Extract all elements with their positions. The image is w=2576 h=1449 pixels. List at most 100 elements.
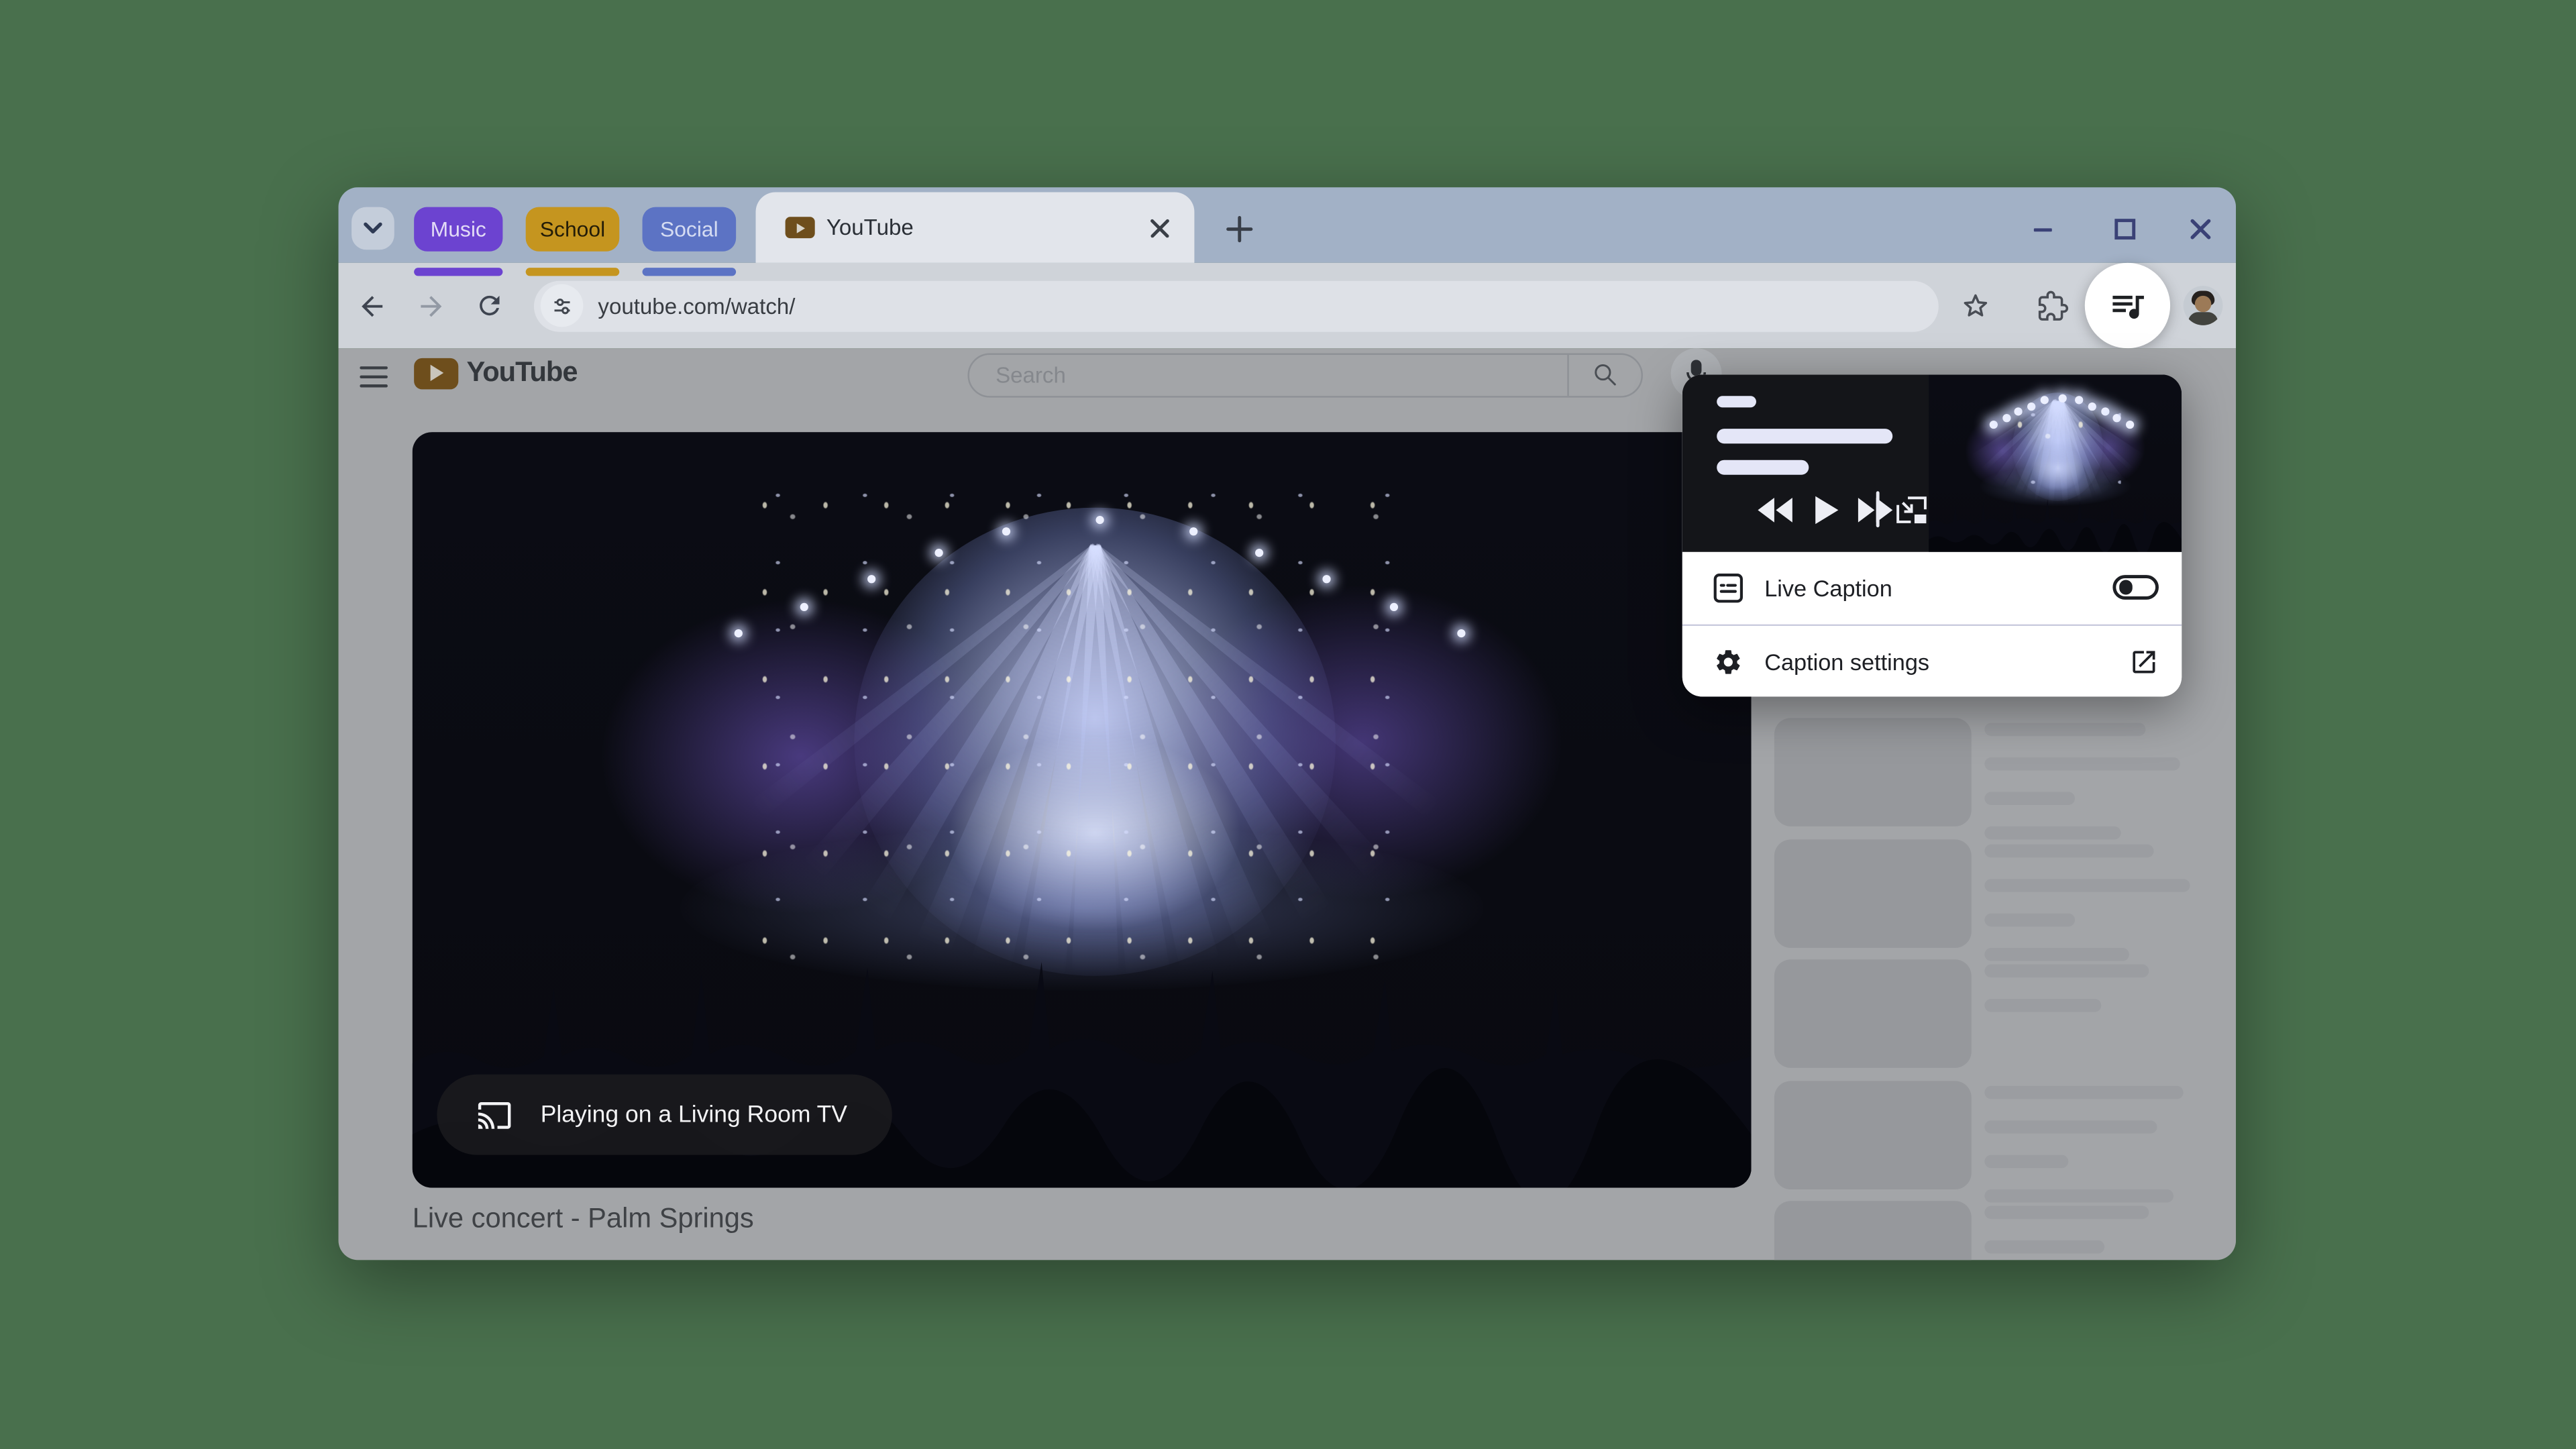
url-text: youtube.com/watch/ xyxy=(598,293,795,318)
browser-window: Music School Social YouTube xyxy=(338,187,2236,1260)
text-line-skeleton xyxy=(1984,1240,2104,1254)
search-placeholder: Search xyxy=(996,363,1567,388)
tab-title: YouTube xyxy=(826,215,1147,240)
sidebar-skeleton-item xyxy=(1774,959,2236,1068)
text-line-skeleton xyxy=(1984,757,2180,771)
avatar-body xyxy=(2188,312,2218,325)
media-text-skeleton xyxy=(1717,396,1756,407)
bookmark-star-icon xyxy=(1959,290,1990,321)
tab-group-underline-music xyxy=(414,267,502,275)
tab-group-underline-social xyxy=(643,267,737,275)
address-bar[interactable]: youtube.com/watch/ xyxy=(534,280,1939,331)
youtube-logo-text: YouTube xyxy=(467,356,578,389)
picture-in-picture-button[interactable] xyxy=(1892,493,1932,526)
tab-search-button[interactable] xyxy=(352,207,394,250)
text-line-skeleton xyxy=(1984,1206,2149,1220)
search-button[interactable] xyxy=(1569,362,1642,388)
close-icon xyxy=(2188,217,2213,241)
thumbnail-skeleton xyxy=(1774,718,1972,826)
youtube-logo-icon xyxy=(414,358,458,389)
tune-icon xyxy=(549,293,574,318)
open-in-new-icon[interactable] xyxy=(2129,647,2159,676)
previous-track-button[interactable] xyxy=(1755,494,1798,524)
tab-youtube[interactable]: YouTube xyxy=(756,193,1195,263)
profile-avatar[interactable] xyxy=(2184,286,2223,325)
text-line-skeleton xyxy=(1984,947,2129,961)
tab-group-label: School xyxy=(540,217,605,241)
live-caption-row[interactable]: Live Caption xyxy=(1682,551,2182,624)
text-line-skeleton xyxy=(1984,844,2153,857)
search-icon xyxy=(1592,362,1618,388)
tab-group-music[interactable]: Music xyxy=(414,207,502,252)
plus-icon xyxy=(1226,215,1254,244)
live-caption-toggle[interactable] xyxy=(2112,575,2159,600)
search-bar[interactable]: Search xyxy=(967,352,1643,397)
text-line-skeleton xyxy=(1984,1154,2068,1167)
avatar-face xyxy=(2195,296,2211,312)
text-line-skeleton xyxy=(1984,792,2075,805)
video-player[interactable]: Playing on a Living Room TV xyxy=(413,432,1752,1188)
text-line-skeleton xyxy=(1984,1189,2174,1202)
back-button[interactable] xyxy=(350,284,393,327)
forward-button[interactable] xyxy=(409,284,452,327)
forward-icon xyxy=(415,290,446,321)
text-line-skeleton xyxy=(1984,965,2149,978)
stage-lamp-dot xyxy=(2126,421,2134,429)
cast-status-text: Playing on a Living Room TV xyxy=(541,1102,847,1128)
picture-in-picture-icon xyxy=(1896,495,1929,523)
reload-icon xyxy=(475,290,504,320)
extensions-button[interactable] xyxy=(2031,284,2074,327)
cast-icon xyxy=(476,1100,513,1130)
minimize-icon xyxy=(2031,217,2055,241)
sidebar-skeleton-item xyxy=(1774,1201,2236,1260)
chevron-down-icon xyxy=(363,222,382,235)
global-media-controls-button[interactable] xyxy=(2085,263,2170,348)
extensions-puzzle-icon xyxy=(2037,290,2068,321)
thumbnail-skeleton xyxy=(1774,959,1972,1068)
tab-group-label: Music xyxy=(431,217,486,241)
tab-close-button[interactable] xyxy=(1146,215,1171,240)
new-tab-button[interactable] xyxy=(1226,215,1254,244)
text-line-skeleton xyxy=(1984,826,2121,840)
guide-menu-button[interactable] xyxy=(352,355,394,398)
tab-group-school[interactable]: School xyxy=(526,207,620,252)
text-line-skeleton xyxy=(1984,1085,2183,1099)
cast-status-pill: Playing on a Living Room TV xyxy=(437,1075,892,1155)
video-title: Live concert - Palm Springs xyxy=(413,1203,754,1236)
crowd-silhouette xyxy=(1929,480,2182,551)
play-icon xyxy=(1815,495,1838,523)
thumbnail-skeleton xyxy=(1774,1201,1972,1260)
window-minimize-button[interactable] xyxy=(2031,217,2055,250)
tab-strip: Music School Social YouTube xyxy=(338,187,2236,263)
media-playlist-music-icon xyxy=(2108,286,2147,325)
sidebar-skeleton-item xyxy=(1774,1080,2236,1189)
live-caption-icon xyxy=(1713,572,1743,602)
previous-track-icon xyxy=(1758,497,1794,522)
text-line-skeleton xyxy=(1984,1120,2157,1133)
hamburger-icon xyxy=(359,366,387,387)
text-line-skeleton xyxy=(1984,912,2075,926)
controls-divider xyxy=(1876,491,1880,527)
close-icon xyxy=(1146,215,1171,240)
stage-lamp-dot xyxy=(1456,629,1464,637)
media-session-card xyxy=(1682,374,2182,551)
play-button[interactable] xyxy=(1812,493,1841,526)
browser-toolbar: youtube.com/watch/ xyxy=(338,263,2236,348)
site-settings-button[interactable] xyxy=(541,284,584,327)
tab-group-social[interactable]: Social xyxy=(643,207,737,252)
desktop: Music School Social YouTube xyxy=(0,0,2576,1449)
text-line-skeleton xyxy=(1984,878,2190,892)
toggle-knob xyxy=(2118,580,2133,594)
youtube-logo[interactable]: YouTube xyxy=(414,356,577,389)
back-icon xyxy=(356,290,387,321)
album-art xyxy=(1929,374,2182,551)
caption-settings-row[interactable]: Caption settings xyxy=(1682,625,2182,697)
text-line-skeleton xyxy=(1984,723,2145,737)
bookmark-button[interactable] xyxy=(1953,284,1996,327)
reload-button[interactable] xyxy=(468,284,511,327)
window-close-button[interactable] xyxy=(2188,217,2213,250)
window-maximize-button[interactable] xyxy=(2112,217,2137,250)
media-title-skeleton xyxy=(1717,429,1892,443)
thumbnail-skeleton xyxy=(1774,839,1972,947)
media-controls-popup: Live Caption Caption settings xyxy=(1682,374,2182,696)
